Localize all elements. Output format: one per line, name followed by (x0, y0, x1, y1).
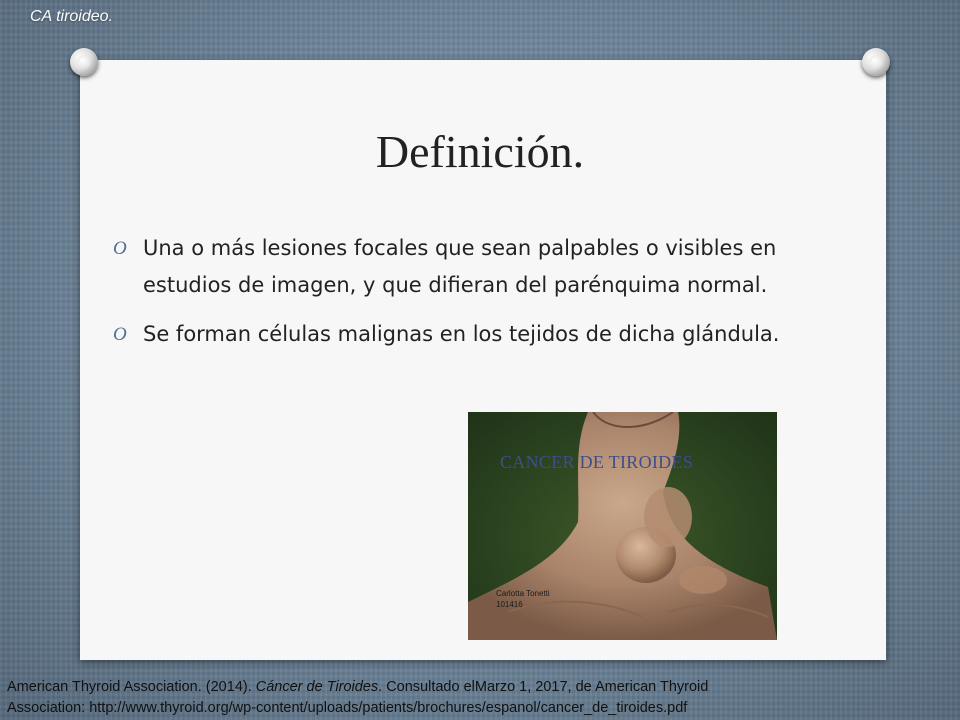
header-text: CA tiroideo. (30, 8, 113, 25)
slide-title: Definición. (375, 126, 585, 177)
photo-credit: Carlotta Tonetti 101416 (496, 588, 550, 610)
photo-credit-name: Carlotta Tonetti (496, 589, 550, 598)
citation: American Thyroid Association. (2014). Cá… (7, 677, 947, 719)
bullet-text: Se forman células malignas en los tejido… (143, 322, 780, 346)
citation-line-1: American Thyroid Association. (2014). Cá… (7, 677, 947, 698)
photo-credit-id: 101416 (496, 600, 523, 609)
pushpin-icon (70, 48, 98, 76)
bullet-text: Una o más lesiones focales que sean palp… (143, 236, 777, 297)
bullet-item: O Se forman células malignas en los teji… (110, 316, 810, 353)
citation-text: American Thyroid Association. (2014). (7, 679, 256, 695)
citation-title: Cáncer de Tiroides (255, 679, 379, 695)
thyroid-cancer-photo: CANCER DE TIROIDES Carlotta Tonetti 1014… (468, 412, 777, 640)
bullet-list: O Una o más lesiones focales que sean pa… (110, 230, 810, 365)
photo-caption: CANCER DE TIROIDES (500, 452, 694, 472)
citation-text: . Consultado elMarzo 1, 2017, de America… (378, 679, 709, 695)
bullet-marker-icon: O (113, 238, 127, 259)
pushpin-icon (862, 48, 890, 76)
bullet-item: O Una o más lesiones focales que sean pa… (110, 230, 810, 304)
bullet-marker-icon: O (113, 324, 127, 345)
citation-line-2: Association: http://www.thyroid.org/wp-c… (7, 700, 688, 716)
